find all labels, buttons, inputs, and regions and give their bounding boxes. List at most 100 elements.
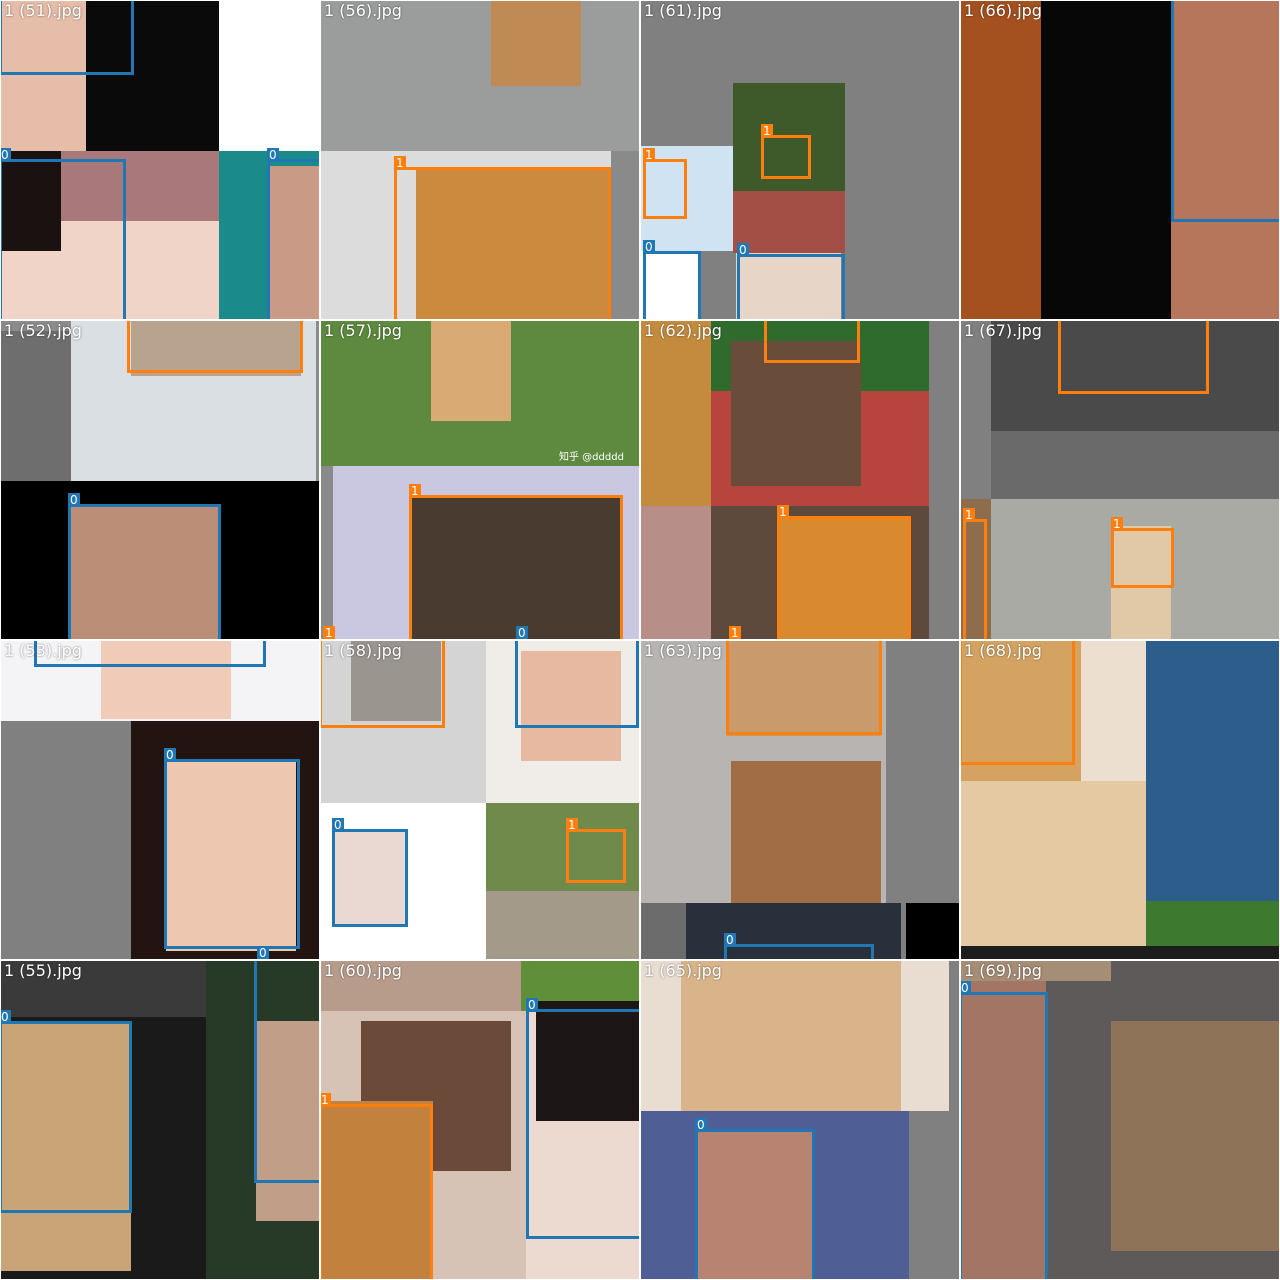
dog-bounding-box: 1 — [409, 484, 623, 639]
mosaic-tile: 0001 (53).jpg — [1, 641, 319, 959]
class-label: 0 — [695, 1118, 707, 1132]
tile-filename: 1 (62).jpg — [644, 321, 722, 340]
image-region — [961, 1, 1041, 319]
dog-bounding-box: 1 — [323, 626, 335, 639]
mosaic-tile: 1 1 1 1 (67).jpg — [961, 321, 1279, 639]
dog-bounding-box: 1 — [1058, 321, 1209, 394]
dog-bounding-box: 1 — [963, 508, 987, 639]
dog-bounding-box: 1 — [1111, 517, 1174, 588]
class-label: 1 — [409, 484, 421, 498]
class-label: 0 — [68, 493, 80, 507]
face-bounding-box: 0 — [737, 243, 845, 319]
mosaic-tile: 0001 (51).jpg — [1, 1, 319, 319]
tile-filename: 1 (55).jpg — [4, 961, 82, 980]
tile-filename: 1 (60).jpg — [324, 961, 402, 980]
class-label: 0 — [1, 148, 11, 162]
mosaic-tile: 1 1 0 0 1 (61).jpg — [641, 1, 959, 319]
class-label: 0 — [164, 748, 176, 762]
face-bounding-box: 0 — [695, 1118, 815, 1279]
tile-filename: 1 (63).jpg — [644, 641, 722, 660]
class-label: 1 — [321, 1093, 331, 1107]
image-region — [961, 781, 1146, 959]
dog-bounding-box: 1 — [566, 818, 626, 883]
tile-filename: 1 (66).jpg — [964, 1, 1042, 20]
tile-filename: 1 (58).jpg — [324, 641, 402, 660]
tile-filename: 1 (56).jpg — [324, 1, 402, 20]
tile-filename: 1 (67).jpg — [964, 321, 1042, 340]
dog-bounding-box: 1 — [394, 156, 611, 319]
tile-filename: 1 (65).jpg — [644, 961, 722, 980]
image-region — [991, 431, 1279, 499]
dog-bounding-box: 1 — [726, 641, 882, 735]
image-region — [681, 961, 901, 1111]
image-region — [1146, 641, 1279, 931]
mosaic-tile: 1 0 1 (60).jpg — [321, 961, 639, 1279]
image-region — [321, 466, 333, 639]
tile-filename: 1 (61).jpg — [644, 1, 722, 20]
mosaic-tile: 0 1 (65).jpg — [641, 961, 959, 1279]
class-label: 1 — [963, 508, 975, 522]
tile-filename: 1 (52).jpg — [4, 321, 82, 340]
image-region — [961, 946, 1279, 959]
image-region — [486, 891, 639, 959]
mosaic-tile: 1 0 1 (63).jpg — [641, 641, 959, 959]
image-region — [219, 1, 319, 151]
dog-bounding-box: 1 — [127, 321, 303, 373]
class-label: 0 — [267, 148, 279, 162]
watermark-text: 知乎 @ddddd — [559, 452, 624, 463]
face-bounding-box: 0 — [1171, 1, 1279, 222]
image-region — [641, 903, 686, 959]
face-bounding-box: 0 — [961, 981, 1048, 1279]
face-bounding-box: 0 — [724, 933, 874, 959]
class-label: 0 — [332, 818, 344, 832]
image-region — [321, 1, 639, 151]
face-bounding-box: 0 — [164, 748, 300, 949]
face-bounding-box: 0 — [68, 493, 221, 639]
face-bounding-box: 0 — [332, 818, 408, 927]
face-bounding-box: 0 — [257, 946, 269, 959]
tile-filename: 1 (53).jpg — [4, 641, 82, 660]
dog-bounding-box: 1 — [729, 626, 741, 639]
class-label: 0 — [724, 933, 736, 947]
class-label: 1 — [1111, 517, 1123, 531]
dog-bounding-box: 1 — [777, 505, 911, 639]
tile-filename: 1 (57).jpg — [324, 321, 402, 340]
class-label: 0 — [961, 981, 971, 995]
face-bounding-box: 0 — [643, 240, 701, 319]
class-label: 0 — [643, 240, 655, 254]
class-label: 1 — [729, 626, 741, 639]
class-label: 1 — [643, 148, 655, 162]
image-region — [641, 321, 711, 506]
class-label: 0 — [516, 626, 528, 639]
mosaic-tile: 1 0 1 (52).jpg — [1, 321, 319, 639]
dog-bounding-box: 1 — [764, 321, 860, 363]
image-region — [906, 903, 959, 959]
image-region — [1, 721, 131, 959]
image-region — [1111, 1021, 1279, 1251]
mosaic-tile: 01 (69).jpg — [961, 961, 1279, 1279]
face-bounding-box: 0 — [515, 641, 639, 728]
mosaic-tile: 1 1 0 知乎 @ddddd 1 (57).jpg — [321, 321, 639, 639]
class-label: 1 — [566, 818, 578, 832]
image-region — [733, 191, 845, 253]
face-bounding-box: 0 — [516, 626, 528, 639]
face-bounding-box: 0 — [254, 961, 319, 1183]
tile-filename: 1 (51).jpg — [4, 1, 82, 20]
face-bounding-box: 0 — [1, 148, 126, 319]
dog-bounding-box: 1 — [321, 1093, 433, 1279]
mosaic-tile: 1 1 1 1 (62).jpg — [641, 321, 959, 639]
mosaic-tile: 1 1 (56).jpg — [321, 1, 639, 319]
face-bounding-box: 0 — [1, 1010, 132, 1213]
image-region — [491, 1, 581, 86]
mosaic-tile: 0 0 1 (55).jpg — [1, 961, 319, 1279]
mosaic-tile: 10011 (58).jpg — [321, 641, 639, 959]
class-label: 0 — [257, 946, 269, 959]
face-bounding-box: 0 — [526, 998, 639, 1239]
image-region — [1, 331, 71, 481]
face-bounding-box: 0 — [267, 148, 319, 319]
class-label: 1 — [761, 124, 773, 138]
dog-bounding-box: 1 — [643, 148, 687, 219]
image-region — [431, 321, 511, 421]
dog-bounding-box: 1 — [761, 124, 811, 179]
class-label: 0 — [1, 1010, 11, 1024]
